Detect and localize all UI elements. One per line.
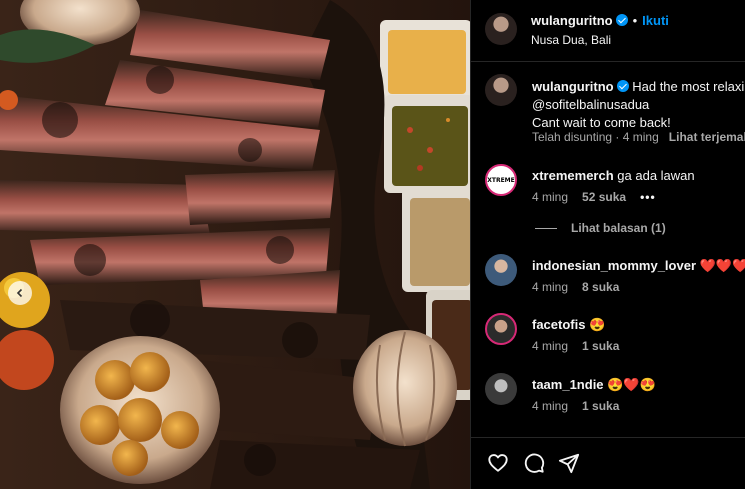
comment-options-button[interactable]: ••• <box>640 190 656 204</box>
caption-meta: Telah disunting · 4 ming Lihat terjemaha… <box>532 130 745 144</box>
commenter-avatar[interactable]: XTREME <box>485 164 517 196</box>
separator: • <box>632 13 638 28</box>
post-caption: wulanguritno Had the most relaxing @sofi… <box>532 78 745 132</box>
steak-platter-image <box>0 0 470 489</box>
comment-line: taam_1ndie 😍❤️😍 <box>532 377 656 393</box>
verified-icon <box>615 14 628 26</box>
edited-label: Telah disunting <box>532 130 613 144</box>
comment-meta: 4 ming 52 suka ••• <box>532 190 670 204</box>
commenter-avatar[interactable] <box>485 254 517 286</box>
avatar-logo-text: XTREME <box>487 176 515 184</box>
caption-line-1: Had the most relaxing <box>632 79 745 94</box>
author-line: wulanguritno • Ikuti <box>531 13 669 28</box>
share-icon[interactable] <box>558 452 580 474</box>
comment-time[interactable]: 4 ming <box>532 339 568 353</box>
verified-icon <box>616 80 629 92</box>
see-translation-button[interactable]: Lihat terjemahan <box>669 130 745 144</box>
comment-text: ❤️❤️❤️❤️ <box>699 258 745 273</box>
author-username[interactable]: wulanguritno <box>531 13 613 28</box>
comment-likes[interactable]: 8 suka <box>582 280 619 294</box>
heart-icon[interactable] <box>487 452 509 474</box>
post-header: wulanguritno • Ikuti Nusa Dua, Bali <box>471 0 745 62</box>
view-replies-button[interactable]: Lihat balasan (1) <box>535 221 666 235</box>
commenter-username[interactable]: indonesian_mommy_lover <box>532 258 696 273</box>
follow-button[interactable]: Ikuti <box>642 13 669 28</box>
post-location[interactable]: Nusa Dua, Bali <box>531 33 611 47</box>
commenter-username[interactable]: taam_1ndie <box>532 377 604 392</box>
comment-line: xtrememerch ga ada lawan <box>532 168 695 183</box>
commenter-username[interactable]: facetofis <box>532 317 585 332</box>
comment-item: facetofis 😍 4 ming 1 suka <box>471 313 745 363</box>
comment-text: 😍 <box>589 317 606 332</box>
post-actions-bar <box>471 437 745 489</box>
comment-meta: 4 ming 8 suka <box>532 280 633 294</box>
author-avatar[interactable] <box>485 13 517 45</box>
comment-text: 😍❤️😍 <box>607 377 656 392</box>
comment-item: taam_1ndie 😍❤️😍 4 ming 1 suka <box>471 373 745 423</box>
caption-time[interactable]: 4 ming <box>623 130 659 144</box>
post-photo[interactable] <box>0 0 470 489</box>
comment-item: indonesian_mommy_lover ❤️❤️❤️❤️ 4 ming 8 … <box>471 254 745 304</box>
chevron-left-icon <box>16 288 23 298</box>
comment-time[interactable]: 4 ming <box>532 280 568 294</box>
caption-username[interactable]: wulanguritno <box>532 79 614 94</box>
comment-line: facetofis 😍 <box>532 317 605 333</box>
caption-mention[interactable]: @sofitelbalinusadua <box>532 96 745 114</box>
comment-time[interactable]: 4 ming <box>532 190 568 204</box>
caption-avatar[interactable] <box>485 74 517 106</box>
comment-time[interactable]: 4 ming <box>532 399 568 413</box>
post-details-panel: wulanguritno • Ikuti Nusa Dua, Bali wulang… <box>470 0 745 489</box>
comment-item: XTREME xtrememerch ga ada lawan 4 ming 52… <box>471 164 745 214</box>
commenter-username[interactable]: xtrememerch <box>532 168 614 183</box>
comment-meta: 4 ming 1 suka <box>532 339 633 353</box>
comment-line: indonesian_mommy_lover ❤️❤️❤️❤️ <box>532 258 745 274</box>
comment-meta: 4 ming 1 suka <box>532 399 633 413</box>
comment-likes[interactable]: 52 suka <box>582 190 626 204</box>
commenter-avatar[interactable] <box>485 313 517 345</box>
commenter-avatar[interactable] <box>485 373 517 405</box>
comment-icon[interactable] <box>523 452 545 474</box>
previous-photo-button[interactable] <box>8 281 32 305</box>
comment-likes[interactable]: 1 suka <box>582 339 619 353</box>
comment-likes[interactable]: 1 suka <box>582 399 619 413</box>
comment-text: ga ada lawan <box>617 168 695 183</box>
